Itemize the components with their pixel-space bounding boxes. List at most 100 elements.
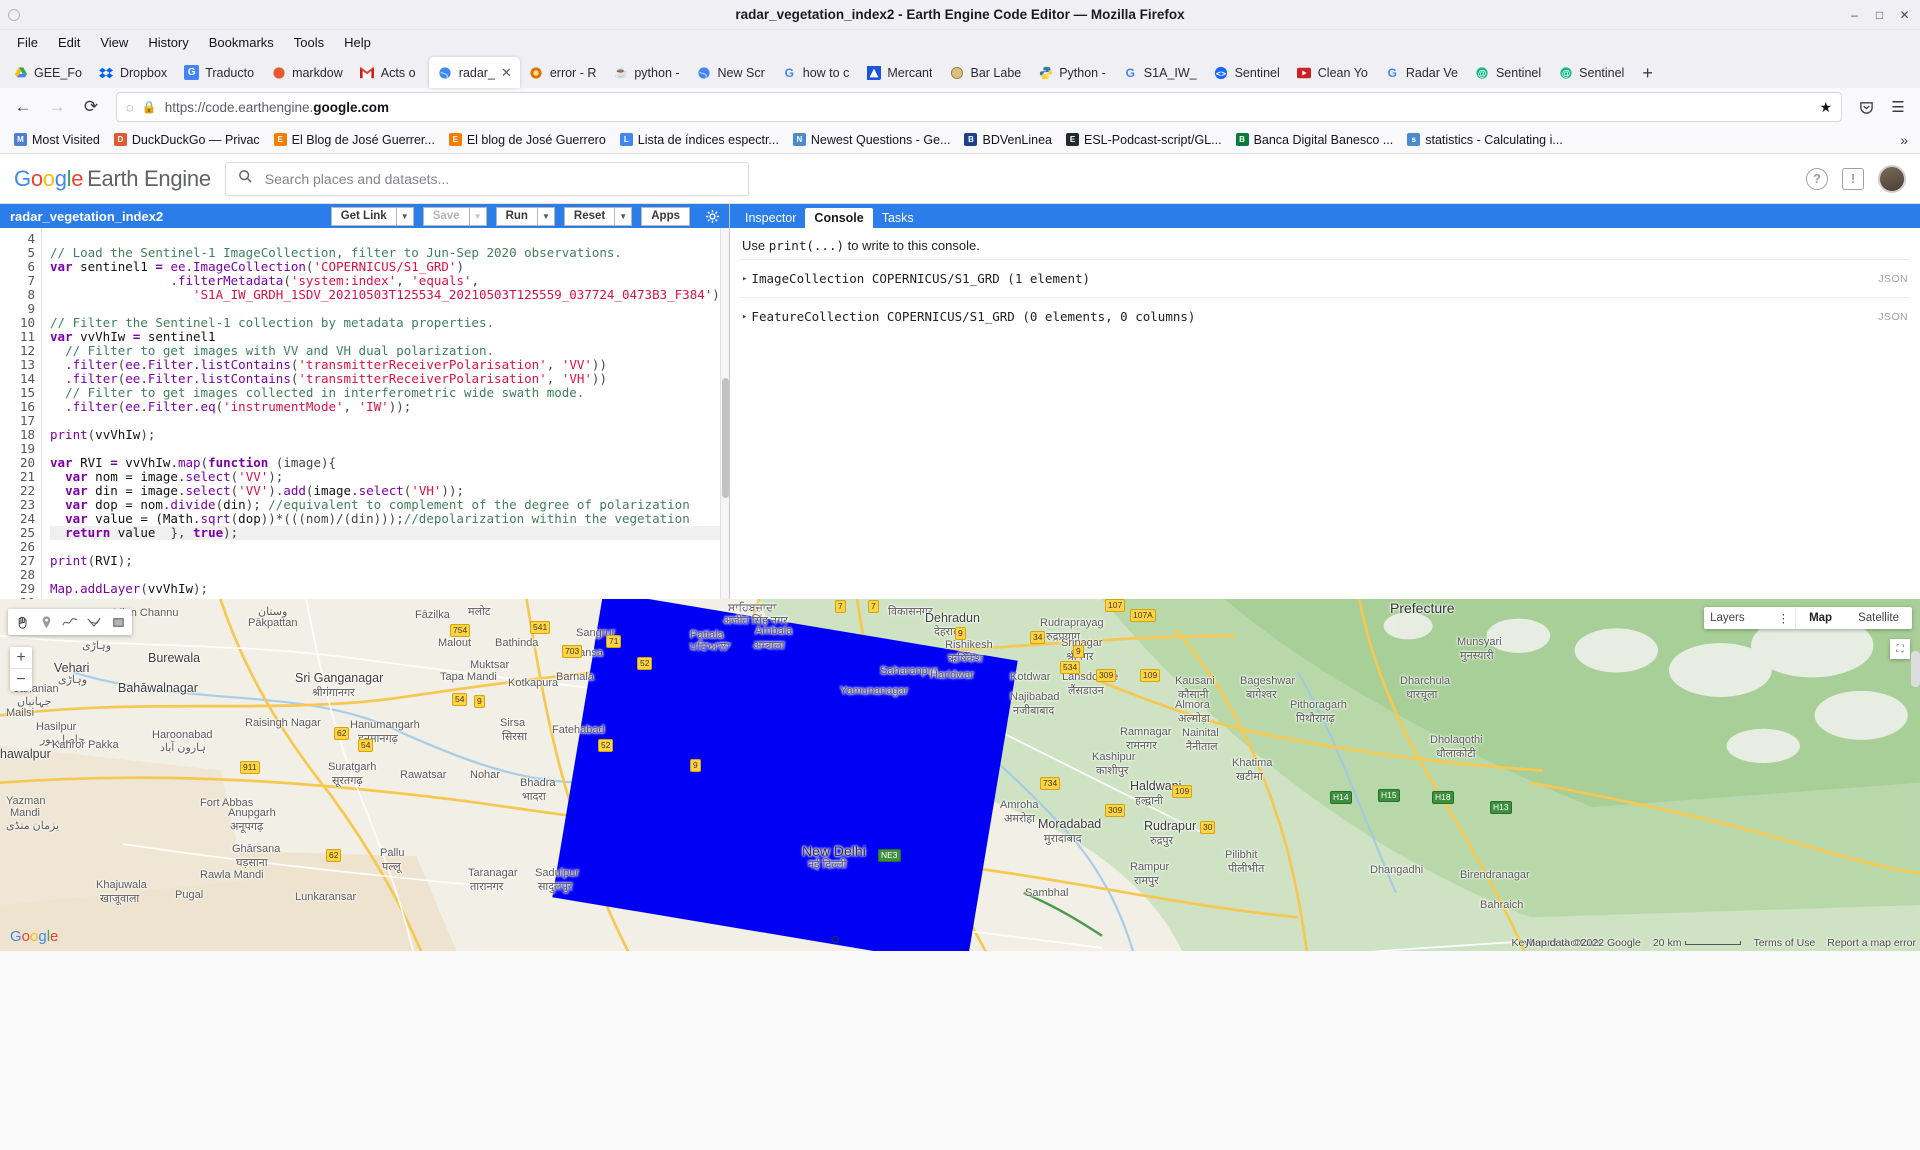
gear-icon[interactable] xyxy=(699,209,725,224)
fullscreen-icon[interactable]: ⛶ xyxy=(1890,639,1910,659)
browser-tab-11[interactable]: Bar Labe xyxy=(940,57,1029,88)
browser-tab-7[interactable]: ☕ python - xyxy=(604,57,687,88)
code-editor[interactable]: 4 5 6 7 8 9 10 11 12 13 14 15 16 17 18 19 20 21 22 23 24 25 26… xyxy=(0,228,729,599)
browser-tab-5[interactable]: radar_ ✕ xyxy=(428,57,520,88)
maximize-button[interactable]: □ xyxy=(1872,7,1887,22)
bookmark-5[interactable]: N Newest Questions - Ge... xyxy=(787,130,957,150)
back-button[interactable]: ← xyxy=(8,92,38,122)
code-line[interactable] xyxy=(50,414,720,428)
browser-tab-0[interactable]: GEE_Fo xyxy=(4,57,90,88)
bookmark-0[interactable]: M Most Visited xyxy=(8,130,106,150)
code-content[interactable]: // Load the Sentinel-1 ImageCollection, … xyxy=(42,228,720,599)
code-line[interactable]: .filter(ee.Filter.listContains('transmit… xyxy=(50,372,720,386)
console-tab-console[interactable]: Console xyxy=(805,208,873,228)
lock-icon[interactable]: 🔒 xyxy=(142,100,157,114)
browser-tab-2[interactable]: G Traducto xyxy=(175,57,262,88)
new-tab-button[interactable]: + xyxy=(1632,63,1663,88)
minimize-button[interactable]: – xyxy=(1847,7,1862,22)
reload-button[interactable]: ⟳ xyxy=(76,92,106,122)
reset-button[interactable]: Reset xyxy=(563,206,616,226)
code-line[interactable] xyxy=(50,568,720,582)
scrollbar-thumb[interactable] xyxy=(722,378,729,498)
browser-tab-18[interactable]: @ Sentinel xyxy=(1549,57,1632,88)
reset-dropdown-icon[interactable]: ▼ xyxy=(615,206,633,226)
terms-of-use-link[interactable]: Terms of Use xyxy=(1753,937,1815,949)
browser-tab-8[interactable]: New Scr xyxy=(688,57,773,88)
feedback-icon[interactable]: ! xyxy=(1842,167,1864,190)
menu-file[interactable]: File xyxy=(8,32,47,53)
code-line[interactable] xyxy=(50,302,720,316)
code-line[interactable]: var din = image.select('VV').add(image.s… xyxy=(50,484,720,498)
bookmark-9[interactable]: s statistics - Calculating i... xyxy=(1401,130,1569,150)
console-row[interactable]: ▸ FeatureCollection COPERNICUS/S1_GRD (0 … xyxy=(740,297,1910,335)
console-tab-tasks[interactable]: Tasks xyxy=(873,208,923,228)
code-line[interactable]: .filter(ee.Filter.listContains('transmit… xyxy=(50,358,720,372)
code-line[interactable]: var value = (Math.sqrt(dop))*(((nom)/(di… xyxy=(50,512,720,526)
code-line[interactable]: var vvVhIw = sentinel1 xyxy=(50,330,720,344)
console-tab-inspector[interactable]: Inspector xyxy=(736,208,805,228)
map-view[interactable]: Mian Channu وستان Pākpattan Fāzilka मलोट Sang… xyxy=(0,599,1920,951)
expand-arrow-icon[interactable]: ▸ xyxy=(742,312,747,322)
run-button[interactable]: Run xyxy=(495,206,538,226)
marker-tool[interactable] xyxy=(34,610,58,634)
browser-tab-6[interactable]: error - R xyxy=(520,57,605,88)
bookmark-2[interactable]: E El Blog de José Guerrer... xyxy=(268,130,441,150)
code-line[interactable] xyxy=(50,232,720,246)
layers-dropdown[interactable]: Layers ⋮ xyxy=(1704,607,1797,629)
shield-icon[interactable]: ◌ xyxy=(126,100,134,115)
browser-tab-10[interactable]: Mercant xyxy=(857,57,940,88)
code-line[interactable]: return value }, true); xyxy=(50,526,720,540)
report-map-error-link[interactable]: Report a map error xyxy=(1827,937,1916,949)
expand-arrow-icon[interactable]: ▸ xyxy=(742,274,747,284)
bookmark-8[interactable]: B Banca Digital Banesco ... xyxy=(1230,130,1400,150)
code-line[interactable]: // Load the Sentinel-1 ImageCollection, … xyxy=(50,246,720,260)
get-link-button[interactable]: Get Link xyxy=(330,206,397,226)
browser-tab-12[interactable]: Python - xyxy=(1029,57,1114,88)
browser-tab-1[interactable]: Dropbox xyxy=(90,57,175,88)
rectangle-tool[interactable] xyxy=(106,610,130,634)
avatar[interactable] xyxy=(1878,164,1906,193)
line-tool[interactable] xyxy=(58,610,82,634)
zoom-in-button[interactable]: + xyxy=(10,647,32,669)
browser-tab-13[interactable]: G S1A_IW_ xyxy=(1114,57,1205,88)
apps-button[interactable]: Apps xyxy=(641,206,690,226)
search-input[interactable]: Search places and datasets... xyxy=(224,161,749,196)
browser-tab-3[interactable]: markdow xyxy=(262,57,351,88)
code-line[interactable]: 'S1A_IW_GRDH_1SDV_20210503T125534_202105… xyxy=(50,288,720,302)
bookmarks-overflow-icon[interactable]: » xyxy=(1900,132,1912,148)
json-badge[interactable]: JSON xyxy=(1878,273,1908,285)
url-bar[interactable]: ◌ 🔒 https://code.earthengine.google.com … xyxy=(116,92,1842,122)
bookmark-3[interactable]: E El blog de José Guerrero xyxy=(443,130,612,150)
code-line[interactable] xyxy=(50,442,720,456)
code-line[interactable]: .filter(ee.Filter.eq('instrumentMode', '… xyxy=(50,400,720,414)
map-side-scrollbar[interactable] xyxy=(1911,651,1920,687)
bookmark-4[interactable]: L Lista de índices espectr... xyxy=(614,130,785,150)
json-badge[interactable]: JSON xyxy=(1878,311,1908,323)
bookmark-star-icon[interactable]: ★ xyxy=(1819,99,1832,116)
code-line[interactable]: var sentinel1 = ee.ImageCollection('COPE… xyxy=(50,260,720,274)
bookmark-6[interactable]: B BDVenLinea xyxy=(958,130,1058,150)
browser-tab-14[interactable]: <> Sentinel xyxy=(1205,57,1288,88)
browser-tab-9[interactable]: Ghow to c xyxy=(773,57,858,88)
code-line[interactable]: print(vvVhIw); xyxy=(50,428,720,442)
code-line[interactable] xyxy=(50,540,720,554)
help-icon[interactable]: ? xyxy=(1806,167,1828,190)
menu-history[interactable]: History xyxy=(139,32,197,53)
polygon-tool[interactable] xyxy=(82,610,106,634)
code-line[interactable]: var nom = image.select('VV'); xyxy=(50,470,720,484)
code-line[interactable]: var RVI = vvVhIw.map(function (image){ xyxy=(50,456,720,470)
browser-tab-17[interactable]: @ Sentinel xyxy=(1466,57,1549,88)
map-type-satellite-button[interactable]: Satellite xyxy=(1845,607,1912,629)
menu-edit[interactable]: Edit xyxy=(49,32,89,53)
menu-help[interactable]: Help xyxy=(335,32,380,53)
tab-close-icon[interactable]: ✕ xyxy=(501,65,512,81)
pan-hand-tool[interactable] xyxy=(10,610,34,634)
code-line[interactable]: // Filter to get images collected in int… xyxy=(50,386,720,400)
code-line[interactable]: var dop = nom.divide(din); //equivalent … xyxy=(50,498,720,512)
code-line[interactable]: // Filter the Sentinel-1 collection by m… xyxy=(50,316,720,330)
pocket-icon[interactable] xyxy=(1852,93,1880,121)
bookmark-7[interactable]: E ESL-Podcast-script/GL... xyxy=(1060,130,1228,150)
code-line[interactable]: print(RVI); xyxy=(50,554,720,568)
browser-tab-4[interactable]: Acts o xyxy=(351,57,429,88)
code-line[interactable]: .filterMetadata('system:index', 'equals'… xyxy=(50,274,720,288)
